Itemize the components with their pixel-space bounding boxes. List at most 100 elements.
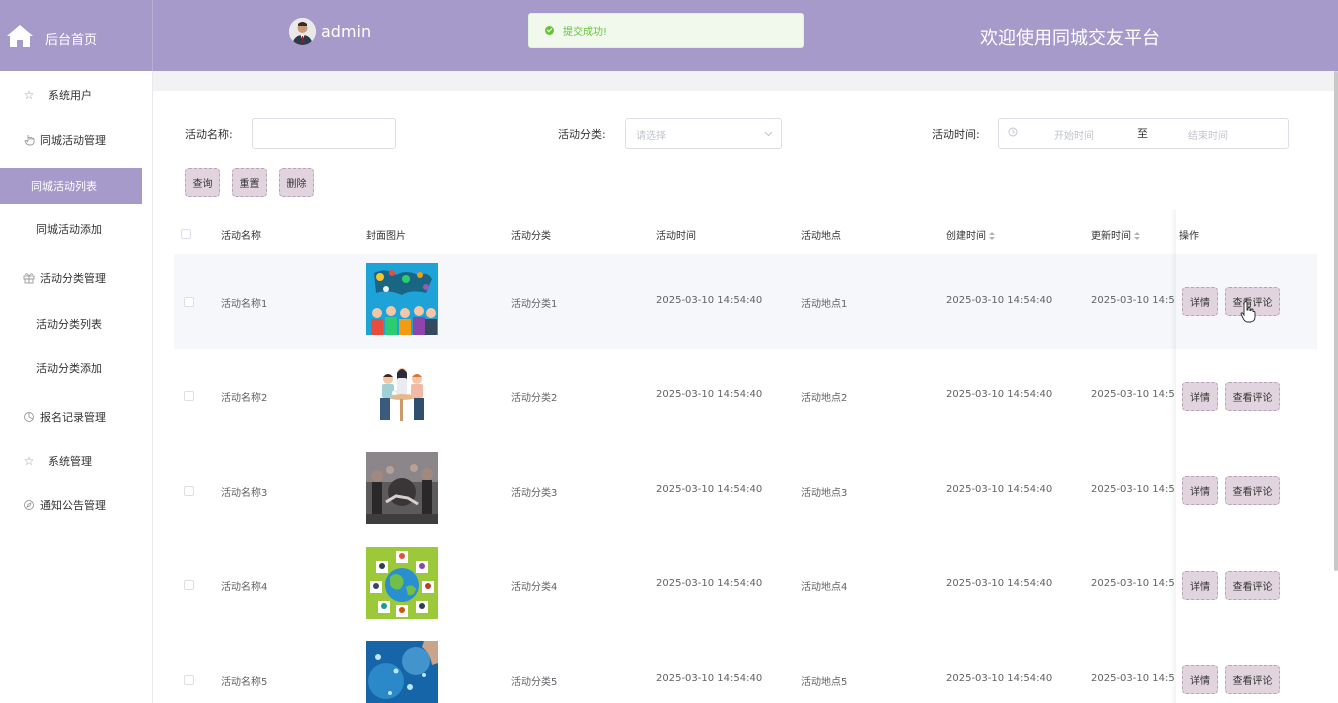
cell-category: 活动分类3 xyxy=(511,488,558,499)
cell-name: 活动名称3 xyxy=(221,488,268,499)
user-menu[interactable]: admin xyxy=(289,18,371,45)
sort-icon[interactable] xyxy=(989,231,995,241)
category-placeholder: 请选择 xyxy=(636,131,666,142)
home-link[interactable]: 后台首页 xyxy=(0,0,153,71)
cell-location: 活动地点1 xyxy=(801,299,848,310)
view-comments-button[interactable]: 查看评论 xyxy=(1225,382,1280,411)
welcome-title: 欢迎使用同城交友平台 xyxy=(980,28,1160,49)
page-scrollbar[interactable] xyxy=(1334,71,1338,571)
home-icon xyxy=(7,25,33,47)
reset-button[interactable]: 重置 xyxy=(232,168,267,197)
delete-button[interactable]: 删除 xyxy=(279,168,314,197)
view-comments-button[interactable]: 查看评论 xyxy=(1225,665,1280,694)
username: admin xyxy=(321,22,372,41)
column-header-cover: 封面图片 xyxy=(366,231,406,242)
column-header-name: 活动名称 xyxy=(221,231,261,242)
sidebar-item-label: 活动分类添加 xyxy=(36,362,102,375)
cell-created: 2025-03-10 14:54:40 xyxy=(946,389,1053,400)
view-comments-button[interactable]: 查看评论 xyxy=(1225,476,1280,505)
query-button[interactable]: 查询 xyxy=(185,168,220,197)
cell-updated: 2025-03-10 14:5 xyxy=(1091,484,1175,495)
cover-image xyxy=(366,641,438,703)
compass-icon xyxy=(22,498,36,512)
sidebar: ☆ 系统用户 同城活动管理 同城活动列表 同城活动添加 活动分类管理 活动分类列… xyxy=(0,71,153,703)
cell-name: 活动名称2 xyxy=(221,393,268,404)
sidebar-item-label: 同城活动添加 xyxy=(36,223,102,236)
cell-updated: 2025-03-10 14:5 xyxy=(1091,578,1175,589)
cell-name: 活动名称4 xyxy=(221,582,268,593)
activity-category-select[interactable]: 请选择 xyxy=(625,118,782,149)
chevron-down-icon xyxy=(764,131,773,137)
sidebar-item-label: 系统用户 xyxy=(48,89,92,102)
row-checkbox[interactable] xyxy=(184,675,194,685)
cell-location: 活动地点3 xyxy=(801,488,848,499)
cell-location: 活动地点4 xyxy=(801,582,848,593)
cell-category: 活动分类1 xyxy=(511,299,558,310)
activity-category-label: 活动分类: xyxy=(558,128,606,141)
sidebar-item-category-list[interactable]: 活动分类列表 xyxy=(0,306,153,342)
detail-button[interactable]: 详情 xyxy=(1182,382,1218,411)
activity-time-range-picker[interactable]: 开始时间 至 结束时间 xyxy=(998,118,1289,149)
range-separator: 至 xyxy=(1137,127,1148,140)
activity-time-label: 活动时间: xyxy=(932,128,980,141)
row-checkbox[interactable] xyxy=(184,486,194,496)
cell-updated: 2025-03-10 14:5 xyxy=(1091,295,1175,306)
cell-created: 2025-03-10 14:54:40 xyxy=(946,295,1053,306)
cell-created: 2025-03-10 14:54:40 xyxy=(946,673,1053,684)
cell-created: 2025-03-10 14:54:40 xyxy=(946,484,1053,495)
column-header-updated[interactable]: 更新时间 xyxy=(1091,227,1140,242)
success-toast: 提交成功! xyxy=(528,13,804,48)
fixed-column-shadow xyxy=(1170,210,1176,703)
detail-button[interactable]: 详情 xyxy=(1182,476,1218,505)
sidebar-item-system-users[interactable]: ☆ 系统用户 xyxy=(0,77,153,113)
sidebar-item-registration-management[interactable]: 报名记录管理 xyxy=(0,399,153,435)
cover-image xyxy=(366,547,438,619)
avatar xyxy=(289,18,316,45)
sidebar-item-category-add[interactable]: 活动分类添加 xyxy=(0,350,153,386)
sidebar-item-system-management[interactable]: ☆ 系统管理 xyxy=(0,443,153,479)
toast-message: 提交成功! xyxy=(563,27,608,38)
view-comments-button[interactable]: 查看评论 xyxy=(1225,571,1280,600)
column-header-created-label: 创建时间 xyxy=(946,231,986,242)
sidebar-item-label: 系统管理 xyxy=(48,455,92,468)
cell-category: 活动分类4 xyxy=(511,582,558,593)
cover-image xyxy=(366,452,438,524)
activity-name-input[interactable] xyxy=(252,118,396,149)
column-header-created[interactable]: 创建时间 xyxy=(946,227,995,242)
column-header-time: 活动时间 xyxy=(656,231,696,242)
sidebar-item-activity-management[interactable]: 同城活动管理 xyxy=(0,122,153,158)
sidebar-item-activity-add[interactable]: 同城活动添加 xyxy=(0,211,153,247)
gift-icon xyxy=(22,271,36,285)
cell-name: 活动名称5 xyxy=(221,677,268,688)
sidebar-item-label: 同城活动管理 xyxy=(40,134,106,147)
sidebar-item-label: 通知公告管理 xyxy=(40,499,106,512)
sidebar-item-label: 同城活动列表 xyxy=(31,180,97,193)
hand-cursor-icon xyxy=(1240,301,1256,323)
pie-icon xyxy=(22,410,36,424)
end-time-input[interactable]: 结束时间 xyxy=(1188,127,1228,142)
sidebar-item-activity-list[interactable]: 同城活动列表 xyxy=(0,168,142,204)
activity-name-label: 活动名称: xyxy=(185,128,233,141)
row-checkbox[interactable] xyxy=(184,580,194,590)
cover-image xyxy=(366,357,438,429)
sidebar-item-category-management[interactable]: 活动分类管理 xyxy=(0,260,153,296)
row-checkbox[interactable] xyxy=(184,391,194,401)
cell-category: 活动分类5 xyxy=(511,677,558,688)
sort-icon[interactable] xyxy=(1134,231,1140,241)
column-header-category: 活动分类 xyxy=(511,231,551,242)
hand-icon xyxy=(22,133,36,147)
detail-button[interactable]: 详情 xyxy=(1182,287,1218,316)
detail-button[interactable]: 详情 xyxy=(1182,571,1218,600)
row-checkbox[interactable] xyxy=(184,297,194,307)
select-all-checkbox[interactable] xyxy=(181,229,191,239)
column-header-updated-label: 更新时间 xyxy=(1091,231,1131,242)
detail-button[interactable]: 详情 xyxy=(1182,665,1218,694)
sidebar-item-notice-management[interactable]: 通知公告管理 xyxy=(0,487,153,523)
start-time-input[interactable]: 开始时间 xyxy=(1054,127,1094,142)
cell-time: 2025-03-10 14:54:40 xyxy=(656,578,763,589)
breadcrumb-strip xyxy=(153,71,1338,91)
cover-image xyxy=(366,263,438,335)
cell-updated: 2025-03-10 14:5 xyxy=(1091,389,1175,400)
star-icon: ☆ xyxy=(23,454,35,468)
cell-created: 2025-03-10 14:54:40 xyxy=(946,578,1053,589)
